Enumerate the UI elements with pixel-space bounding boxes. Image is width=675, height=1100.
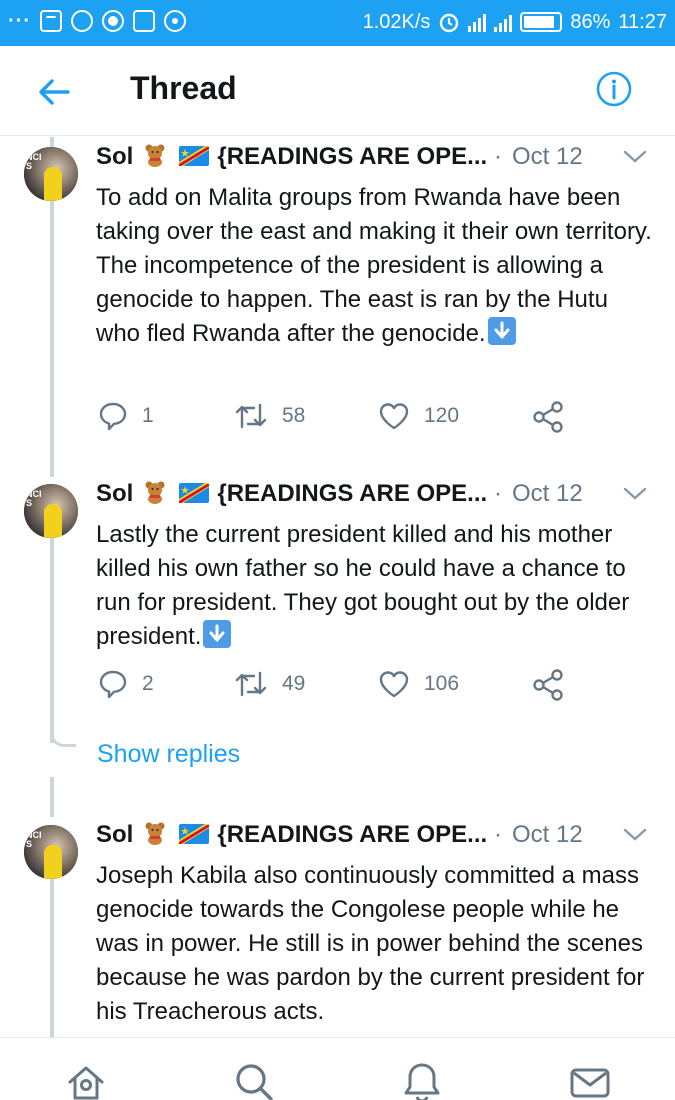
heart-icon — [379, 671, 409, 698]
teddy-bear-emoji — [145, 144, 165, 167]
signal-4g-icon — [468, 12, 487, 32]
tweet-text: Lastly the current president killed and … — [96, 518, 656, 654]
retweet-count: 58 — [282, 404, 306, 427]
messages-icon[interactable] — [568, 1060, 612, 1100]
app-header: Thread — [0, 46, 675, 136]
battery-percent: 86% — [570, 11, 611, 33]
tweet-header: Sol {READINGS ARE OPE... · Oct 12 — [96, 143, 656, 177]
down-arrow-emoji — [487, 317, 516, 345]
clock: 11:27 — [618, 11, 667, 33]
reply-icon — [99, 670, 127, 699]
tweet-text-content: Joseph Kabila also continuously committe… — [96, 862, 645, 1025]
retweet-button[interactable]: 58 — [234, 401, 305, 431]
sync-icon — [163, 10, 186, 32]
notifications-icon[interactable] — [400, 1060, 444, 1100]
retweet-icon — [235, 403, 267, 429]
more-dots-icon: ··· — [8, 10, 31, 32]
tweet[interactable]: NCI S Sol {READINGS ARE OPE... · Oct 12 J… — [0, 821, 675, 1037]
alarm-icon — [440, 13, 459, 33]
show-replies-link[interactable]: Show replies — [97, 740, 240, 769]
down-arrow-emoji — [203, 620, 232, 648]
retweet-button[interactable]: 49 — [234, 669, 305, 699]
tweet-date[interactable]: Oct 12 — [512, 480, 583, 508]
heart-icon — [379, 403, 409, 430]
separator-dot: · — [494, 480, 502, 507]
thread-line — [50, 777, 54, 817]
arrow-left-icon[interactable] — [34, 72, 74, 112]
retweet-count: 49 — [282, 672, 306, 695]
status-bar: ··· 1.02K/s 86% 11:27 — [0, 0, 675, 46]
thread-list: NCI S Sol {READINGS ARE OPE... · Oct 12 T… — [0, 137, 675, 1037]
signal-icon — [494, 12, 513, 32]
battery-icon — [520, 12, 563, 32]
tweet-text: To add on Malita groups from Rwanda have… — [96, 181, 656, 351]
author-handle[interactable]: {READINGS ARE OPE... — [217, 821, 487, 848]
tweet-date[interactable]: Oct 12 — [512, 143, 583, 171]
screenshot-icon — [132, 10, 155, 32]
reply-count: 1 — [142, 404, 154, 427]
like-button[interactable]: 106 — [378, 669, 459, 699]
teddy-bear-emoji — [145, 481, 165, 504]
tweet-text-content: Lastly the current president killed and … — [96, 521, 630, 650]
chevron-down-icon[interactable] — [622, 147, 648, 167]
separator-dot: · — [494, 821, 502, 848]
tweet[interactable]: NCI S Sol {READINGS ARE OPE... · Oct 12 L… — [0, 480, 675, 720]
drc-flag-emoji — [178, 146, 209, 166]
page-title: Thread — [130, 70, 237, 106]
reply-button[interactable]: 2 — [98, 669, 154, 699]
vpn-icon — [101, 10, 124, 32]
like-count: 106 — [424, 672, 460, 695]
author-handle[interactable]: {READINGS ARE OPE... — [217, 480, 487, 507]
author-name[interactable]: Sol — [96, 821, 133, 848]
author-handle[interactable]: {READINGS ARE OPE... — [217, 143, 487, 170]
author-name[interactable]: Sol — [96, 143, 133, 170]
reply-button[interactable]: 1 — [98, 401, 154, 431]
tweet-header: Sol {READINGS ARE OPE... · Oct 12 — [96, 480, 656, 514]
battery-level — [524, 16, 554, 28]
author-name[interactable]: Sol — [96, 480, 133, 507]
avatar[interactable]: NCI S — [24, 484, 78, 538]
chat-icon — [70, 10, 93, 32]
avatar[interactable]: NCI S — [24, 147, 78, 201]
tweet[interactable]: NCI S Sol {READINGS ARE OPE... · Oct 12 T… — [0, 143, 675, 473]
chevron-down-icon[interactable] — [622, 484, 648, 504]
bottom-nav — [0, 1037, 675, 1100]
drc-flag-emoji — [178, 483, 209, 503]
share-icon — [533, 401, 563, 433]
tweet-header: Sol {READINGS ARE OPE... · Oct 12 — [96, 821, 656, 855]
search-icon[interactable] — [232, 1060, 276, 1100]
share-button[interactable] — [532, 401, 564, 433]
reply-connector — [50, 725, 76, 747]
avatar[interactable]: NCI S — [24, 825, 78, 879]
info-icon[interactable] — [595, 70, 633, 108]
mail-icon — [39, 10, 62, 32]
tweet-date[interactable]: Oct 12 — [512, 821, 583, 849]
share-button[interactable] — [532, 669, 564, 701]
separator-dot: · — [494, 143, 502, 170]
like-count: 120 — [424, 404, 460, 427]
retweet-icon — [235, 671, 267, 697]
home-icon[interactable] — [64, 1060, 108, 1100]
tweet-text: Joseph Kabila also continuously committe… — [96, 859, 656, 1029]
reply-count: 2 — [142, 672, 154, 695]
share-icon — [533, 669, 563, 701]
reply-icon — [99, 402, 127, 431]
drc-flag-emoji — [178, 824, 209, 844]
tweet-actions: 2 49 106 — [96, 669, 576, 709]
teddy-bear-emoji — [145, 822, 165, 845]
chevron-down-icon[interactable] — [622, 825, 648, 845]
like-button[interactable]: 120 — [378, 401, 459, 431]
tweet-actions: 1 58 120 — [96, 401, 576, 441]
tweet-text-content: To add on Malita groups from Rwanda have… — [96, 184, 652, 347]
network-speed: 1.02K/s — [362, 11, 431, 33]
